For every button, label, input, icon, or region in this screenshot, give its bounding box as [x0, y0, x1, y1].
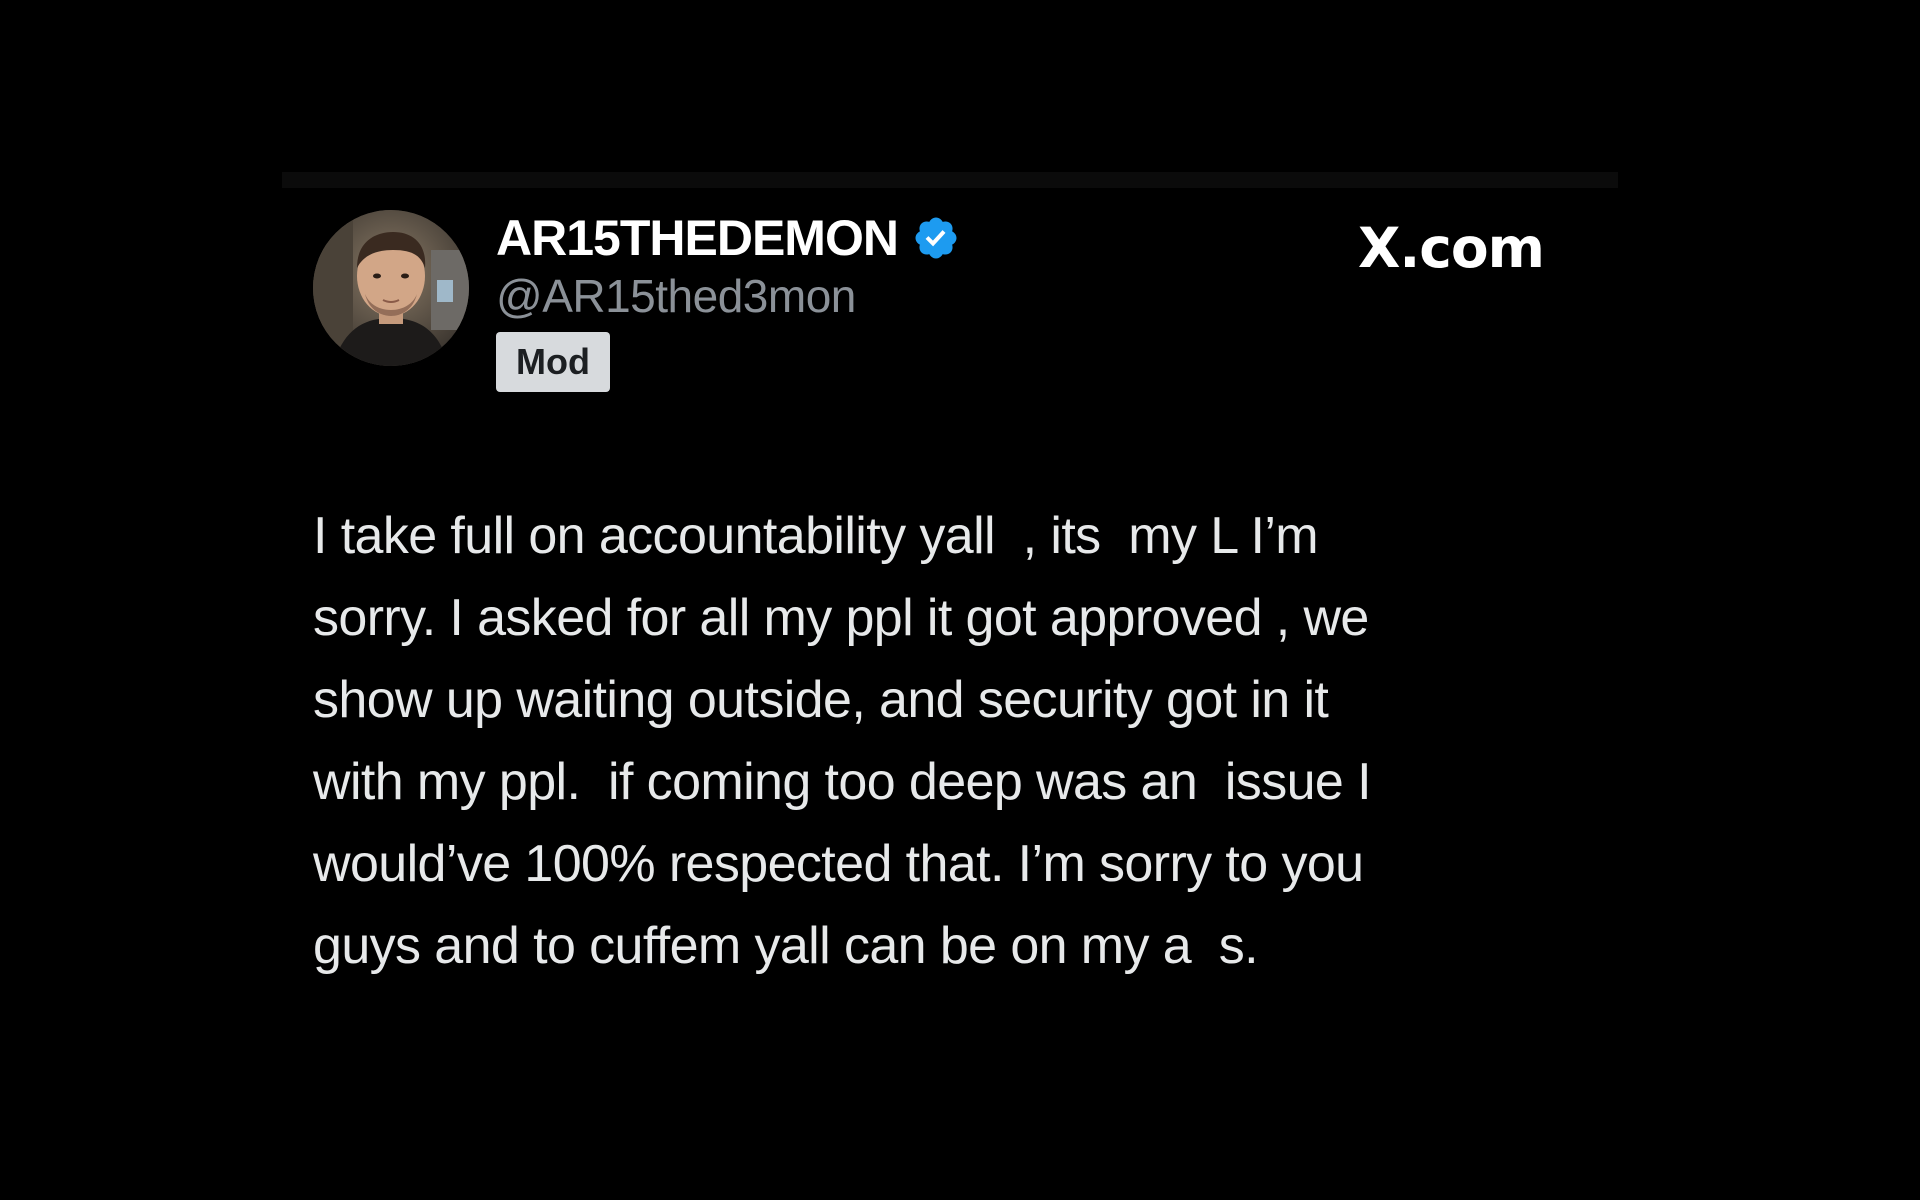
verified-badge-icon [912, 214, 960, 262]
post-text-line: sorry. I asked for all my ppl it got app… [313, 589, 1369, 647]
site-label: X.com [1358, 216, 1545, 280]
author-name-row: AR15THEDEMON [496, 210, 960, 266]
post-text-line: guys and to cuffem yall can be on my a s… [313, 917, 1259, 975]
avatar[interactable] [313, 210, 469, 366]
post-text-line: I take full on accountability yall , its… [313, 507, 1319, 565]
author-display-name[interactable]: AR15THEDEMON [496, 210, 899, 266]
author-handle[interactable]: @AR15thed3mon [496, 270, 960, 322]
avatar-image [313, 210, 469, 366]
post-text: I take full on accountability yall , its… [313, 495, 1613, 987]
mod-badge: Mod [496, 332, 610, 392]
post-header: AR15THEDEMON @AR15thed3mon Mod [496, 210, 960, 392]
post-text-line: would’ve 100% respected that. I’m sorry … [313, 835, 1364, 893]
top-divider [282, 172, 1618, 188]
post-text-line: with my ppl. if coming too deep was an i… [313, 753, 1372, 811]
post-text-line: show up waiting outside, and security go… [313, 671, 1329, 729]
